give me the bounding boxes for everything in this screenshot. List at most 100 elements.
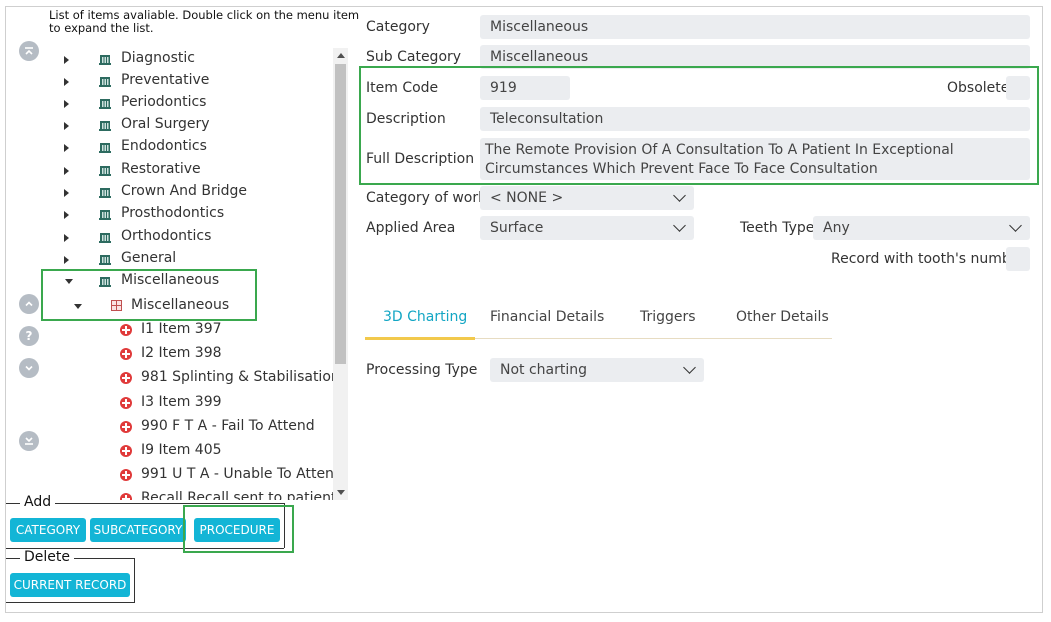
chevron-down-icon: [683, 361, 696, 374]
tab-triggers[interactable]: Triggers: [640, 309, 696, 325]
tree-procedure-label: I9 Item 405: [141, 442, 222, 458]
chevron-down-icon: [673, 219, 686, 232]
delete-group-border-bottom: [6, 602, 135, 603]
chevron-down-icon: [1009, 219, 1022, 232]
tree-procedure-row[interactable]: I2 Item 398: [49, 343, 329, 365]
procedure-icon: [120, 421, 132, 433]
tree-procedure-label: 991 U T A - Unable To Attend: [141, 466, 343, 482]
caret-right-icon[interactable]: [64, 256, 69, 264]
record-with-tooth-number-label: Record with tooth's number: [831, 251, 1026, 267]
tree-procedure-row[interactable]: 981 Splinting & Stabilisation: [49, 367, 340, 389]
caret-right-icon[interactable]: [64, 122, 69, 130]
category-folder-icon: [99, 97, 111, 109]
category-field[interactable]: Miscellaneous: [480, 15, 1030, 39]
scroll-to-bottom-icon[interactable]: [19, 431, 39, 451]
scroll-up-arrow-icon[interactable]: [337, 53, 345, 58]
scroll-thumb[interactable]: [335, 64, 346, 364]
sub-category-label: Sub Category: [366, 49, 462, 65]
tab-financial-details[interactable]: Financial Details: [490, 309, 604, 325]
tree-category-label: Prosthodontics: [121, 205, 225, 221]
procedure-icon: [120, 469, 132, 481]
tab-other-details[interactable]: Other Details: [736, 309, 829, 325]
applied-area-select[interactable]: Surface: [480, 216, 694, 240]
caret-right-icon[interactable]: [64, 211, 69, 219]
category-folder-icon: [99, 186, 111, 198]
tree-category-row[interactable]: Endodontics: [49, 136, 329, 158]
teeth-type-label: Teeth Type: [740, 220, 815, 236]
procedure-icon: [120, 397, 132, 409]
tree-procedure-label: I1 Item 397: [141, 321, 222, 337]
tree-category-label: Periodontics: [121, 94, 207, 110]
scroll-to-top-icon[interactable]: [19, 41, 39, 61]
category-folder-icon: [99, 75, 111, 87]
category-folder-icon: [99, 53, 111, 65]
instructions-text: List of items avaliable. Double click on…: [49, 8, 360, 35]
caret-right-icon[interactable]: [64, 56, 69, 64]
tree-category-row[interactable]: General: [49, 248, 329, 270]
category-folder-icon: [99, 253, 111, 265]
delete-current-record-button[interactable]: CURRENT RECORD: [10, 573, 130, 597]
tree-category-row[interactable]: Orthodontics: [49, 226, 329, 248]
tree-procedure-row[interactable]: 991 U T A - Unable To Attend: [49, 464, 343, 486]
category-folder-icon: [99, 164, 111, 176]
tree-category-row[interactable]: Prosthodontics: [49, 203, 329, 225]
procedure-icon: [120, 372, 132, 384]
chevron-down-icon: [673, 189, 686, 202]
teeth-type-select[interactable]: Any: [813, 216, 1030, 240]
caret-right-icon[interactable]: [64, 144, 69, 152]
processing-type-select[interactable]: Not charting: [490, 358, 704, 382]
category-label: Category: [366, 19, 430, 35]
procedure-icon: [120, 445, 132, 457]
help-icon[interactable]: ?: [19, 326, 39, 346]
procedure-icon: [120, 348, 132, 360]
processing-type-value: Not charting: [500, 362, 588, 378]
move-up-icon[interactable]: [19, 294, 39, 314]
procedure-icon: [120, 493, 132, 500]
scroll-down-arrow-icon[interactable]: [337, 490, 345, 495]
tree-category-label: Preventative: [121, 72, 210, 88]
tree-category-label: Diagnostic: [121, 50, 195, 66]
category-folder-icon: [99, 231, 111, 243]
tree-procedure-label: I2 Item 398: [141, 345, 222, 361]
caret-right-icon[interactable]: [64, 100, 69, 108]
add-group-label: Add: [20, 494, 56, 510]
tree-procedure-row[interactable]: Recall Recall sent to patient: [49, 488, 336, 500]
applied-area-label: Applied Area: [366, 220, 456, 236]
tree-category-row[interactable]: Crown And Bridge: [49, 181, 329, 203]
tree-scrollbar[interactable]: [333, 48, 348, 500]
tree-category-row[interactable]: Restorative: [49, 159, 329, 181]
tree-category-row[interactable]: Periodontics: [49, 92, 329, 114]
tree-procedure-row[interactable]: I9 Item 405: [49, 440, 329, 462]
record-with-tooth-number-checkbox[interactable]: [1006, 247, 1030, 271]
tree-category-row[interactable]: Oral Surgery: [49, 114, 329, 136]
add-category-button[interactable]: CATEGORY: [10, 518, 86, 542]
tree-procedure-row[interactable]: I3 Item 399: [49, 392, 329, 414]
caret-right-icon[interactable]: [64, 78, 69, 86]
tree-category-label: General: [121, 250, 177, 266]
tree-category-row[interactable]: Preventative: [49, 70, 329, 92]
caret-right-icon[interactable]: [64, 189, 69, 197]
tab-3d-charting[interactable]: 3D Charting: [383, 309, 467, 325]
tree-category-label: Oral Surgery: [121, 116, 210, 132]
item-details-highlight: [359, 66, 1039, 185]
tree-category-label: Crown And Bridge: [121, 183, 247, 199]
category-folder-icon: [99, 141, 111, 153]
tree-category-label: Orthodontics: [121, 228, 212, 244]
category-of-work-select[interactable]: < NONE >: [480, 186, 694, 210]
processing-type-label: Processing Type: [366, 362, 478, 378]
category-folder-icon: [99, 208, 111, 220]
delete-group-label: Delete: [20, 549, 74, 565]
tree-category-label: Restorative: [121, 161, 201, 177]
move-down-icon[interactable]: [19, 358, 39, 378]
tree-procedure-row[interactable]: 990 F T A - Fail To Attend: [49, 416, 329, 438]
category-folder-icon: [99, 119, 111, 131]
selected-tree-highlight: [41, 269, 257, 321]
tree-procedure-row[interactable]: I1 Item 397: [49, 319, 329, 341]
applied-area-value: Surface: [490, 220, 544, 236]
add-subcategory-button[interactable]: SUBCATEGORY: [90, 518, 186, 542]
category-of-work-value: < NONE >: [490, 190, 564, 206]
tree-category-row[interactable]: Diagnostic: [49, 48, 329, 70]
caret-right-icon[interactable]: [64, 234, 69, 242]
tree-procedure-label: Recall Recall sent to patient: [141, 490, 337, 500]
caret-right-icon[interactable]: [64, 167, 69, 175]
